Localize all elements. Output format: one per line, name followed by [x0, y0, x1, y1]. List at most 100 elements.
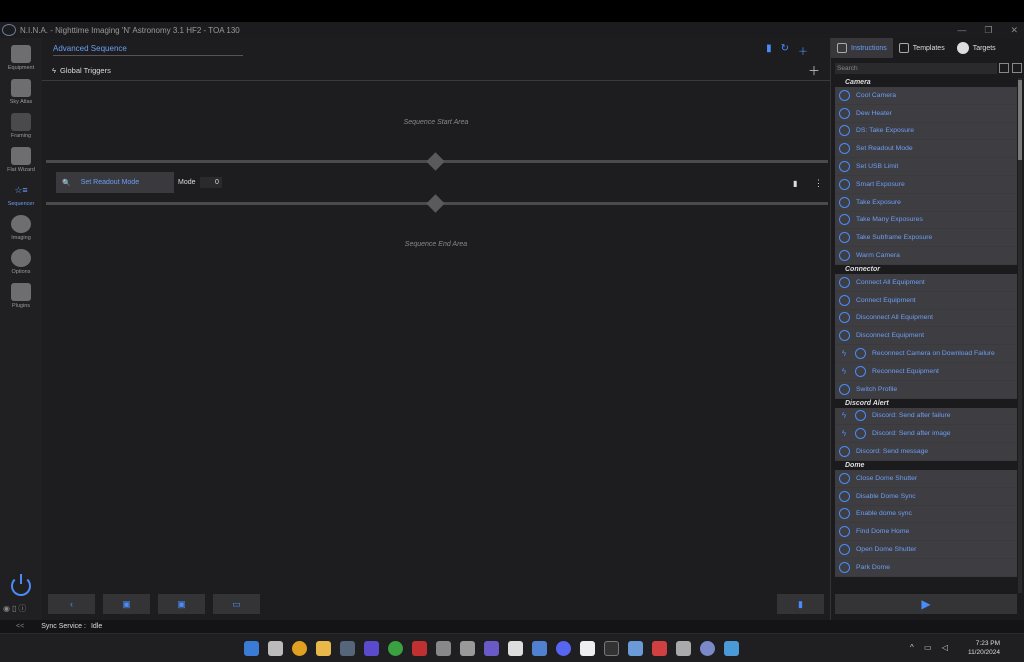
library-item[interactable]: Connect All Equipment [835, 273, 1017, 292]
app-icon-11[interactable] [652, 641, 667, 656]
library-item[interactable]: ϟ Reconnect Camera on Download Failure [835, 345, 1017, 363]
library-item[interactable]: Connect Equipment [835, 291, 1017, 310]
library-item[interactable]: Find Dome Home [835, 523, 1017, 542]
nav-plugins[interactable]: Plugins [0, 283, 42, 309]
close-button[interactable]: ✕ [1010, 25, 1018, 36]
library-item[interactable]: Dew Heater [835, 104, 1017, 123]
window-controls: — ❐ ✕ [957, 22, 1018, 38]
app-icon-9[interactable] [604, 641, 619, 656]
library-item[interactable]: Disconnect All Equipment [835, 309, 1017, 328]
app-icon-4[interactable] [436, 641, 451, 656]
collapse-icon[interactable] [999, 63, 1009, 73]
nav-flat-wizard[interactable]: Flat Wizard [0, 147, 42, 173]
maximize-button[interactable]: ❐ [984, 25, 992, 36]
nina-logo-icon [2, 24, 16, 36]
reset-icon[interactable]: ↻ [781, 43, 789, 58]
library-item[interactable]: ϟ Discord: Send after failure [835, 407, 1017, 426]
add-icon[interactable]: ＋ [798, 43, 808, 58]
library-item[interactable]: Switch Profile [835, 380, 1017, 399]
folder-icon[interactable] [316, 641, 331, 656]
global-triggers-row[interactable]: ϟ Global Triggers ＋ [42, 61, 830, 81]
windows-start-icon[interactable] [244, 641, 259, 656]
library-item[interactable]: Set Readout Mode [835, 140, 1017, 159]
library-item[interactable]: ϟ Reconnect Equipment [835, 362, 1017, 381]
library-item[interactable]: Discord: Send message [835, 443, 1017, 461]
category-header[interactable]: Dome [835, 460, 1017, 470]
instruction-menu-icon[interactable]: ⋮ [814, 178, 823, 189]
nina-taskbar-icon[interactable] [340, 641, 355, 656]
system-tray[interactable]: ^ ▭ ◁ [910, 643, 952, 652]
category-header[interactable]: Connector [835, 264, 1017, 274]
library-item[interactable]: Enable dome sync [835, 505, 1017, 524]
tab-targets[interactable]: Targets [951, 38, 1002, 58]
task-view-icon[interactable] [268, 641, 283, 656]
library-item[interactable]: Park Dome [835, 558, 1017, 577]
expand-chevron[interactable]: << [16, 623, 24, 630]
library-item[interactable]: Disable Dome Sync [835, 487, 1017, 506]
lightning-icon: ϟ [841, 349, 847, 359]
nav-framing[interactable]: Framing [0, 113, 42, 139]
notepad-icon[interactable] [580, 641, 595, 656]
library-item[interactable]: Set USB Limit [835, 158, 1017, 176]
library-item[interactable]: Take Exposure [835, 193, 1017, 212]
nav-options[interactable]: Options [0, 249, 42, 275]
library-item-label: Switch Profile [856, 385, 898, 393]
flat-panel-icon [11, 147, 31, 165]
minimize-button[interactable]: — [957, 25, 966, 35]
lightning-icon: ϟ [52, 66, 56, 75]
library-item[interactable]: Smart Exposure [835, 175, 1017, 194]
nav-sequencer[interactable]: ☆≡ Sequencer [0, 181, 42, 207]
nav-sky-atlas[interactable]: Sky Atlas [0, 79, 42, 105]
app-icon-14[interactable] [724, 641, 739, 656]
library-item[interactable]: Disconnect Equipment [835, 327, 1017, 346]
start-sequence-button[interactable]: ▶ [835, 594, 1017, 614]
nav-imaging[interactable]: Imaging [0, 215, 42, 241]
library-item[interactable]: Close Dome Shutter [835, 469, 1017, 488]
library-item[interactable]: DS: Take Exposure [835, 122, 1017, 141]
app-icon-6[interactable] [484, 641, 499, 656]
chrome-icon[interactable] [292, 641, 307, 656]
settings-icon[interactable] [1012, 63, 1022, 73]
library-item[interactable]: ϟ Discord: Send after image [835, 425, 1017, 444]
info-icon[interactable]: ⓘ [18, 604, 28, 613]
search-input[interactable]: Search [835, 63, 997, 74]
app-icon-8[interactable] [532, 641, 547, 656]
mode-input[interactable]: 0 [200, 177, 222, 188]
instruction-trash-icon[interactable]: ▮ [793, 179, 797, 188]
app-icon-7[interactable] [508, 641, 523, 656]
app-icon-12[interactable] [676, 641, 691, 656]
discord-icon[interactable] [556, 641, 571, 656]
category-header[interactable]: Discord Alert [835, 398, 1017, 408]
back-button[interactable]: ‹ [48, 594, 95, 614]
library-item[interactable]: Cool Camera [835, 87, 1017, 105]
library-item[interactable]: Take Subframe Exposure [835, 229, 1017, 248]
save-button[interactable]: ▣ [158, 594, 205, 614]
add-trigger-button[interactable]: ＋ [808, 62, 820, 79]
app-icon-2[interactable] [388, 641, 403, 656]
open-button[interactable]: ▭ [213, 594, 260, 614]
instruction-icon [839, 508, 850, 520]
scroll-thumb[interactable] [1018, 80, 1022, 160]
instruction-set-readout-mode[interactable]: 🔍 Set Readout Mode [56, 172, 174, 193]
library-item-label: Discord: Send message [856, 448, 929, 456]
clock[interactable]: 7:23 PM 11/20/2024 [955, 639, 1000, 657]
category-header[interactable]: Camera [835, 78, 1017, 87]
library-item-label: DS: Take Exposure [856, 127, 915, 135]
trash-icon[interactable]: ▮ [766, 43, 772, 58]
app-icon-1[interactable] [364, 641, 379, 656]
library-item[interactable]: Warm Camera [835, 247, 1017, 265]
app-icon-3[interactable] [412, 641, 427, 656]
clear-sequence-button[interactable]: ▮ [777, 594, 824, 614]
library-item[interactable]: Open Dome Shutter [835, 541, 1017, 559]
tab-templates[interactable]: Templates [893, 38, 951, 58]
library-item[interactable]: Take Many Exposures [835, 211, 1017, 230]
app-icon-10[interactable] [628, 641, 643, 656]
power-icon[interactable] [11, 574, 31, 596]
nav-equipment[interactable]: Equipment [0, 45, 42, 71]
save-as-button[interactable]: ▣ [103, 594, 150, 614]
app-icon-5[interactable] [460, 641, 475, 656]
eye-icon[interactable]: ◉ [3, 604, 12, 613]
list-scrollbar[interactable] [1018, 78, 1022, 593]
app-icon-13[interactable] [700, 641, 715, 656]
tab-instructions[interactable]: Instructions [831, 38, 893, 58]
